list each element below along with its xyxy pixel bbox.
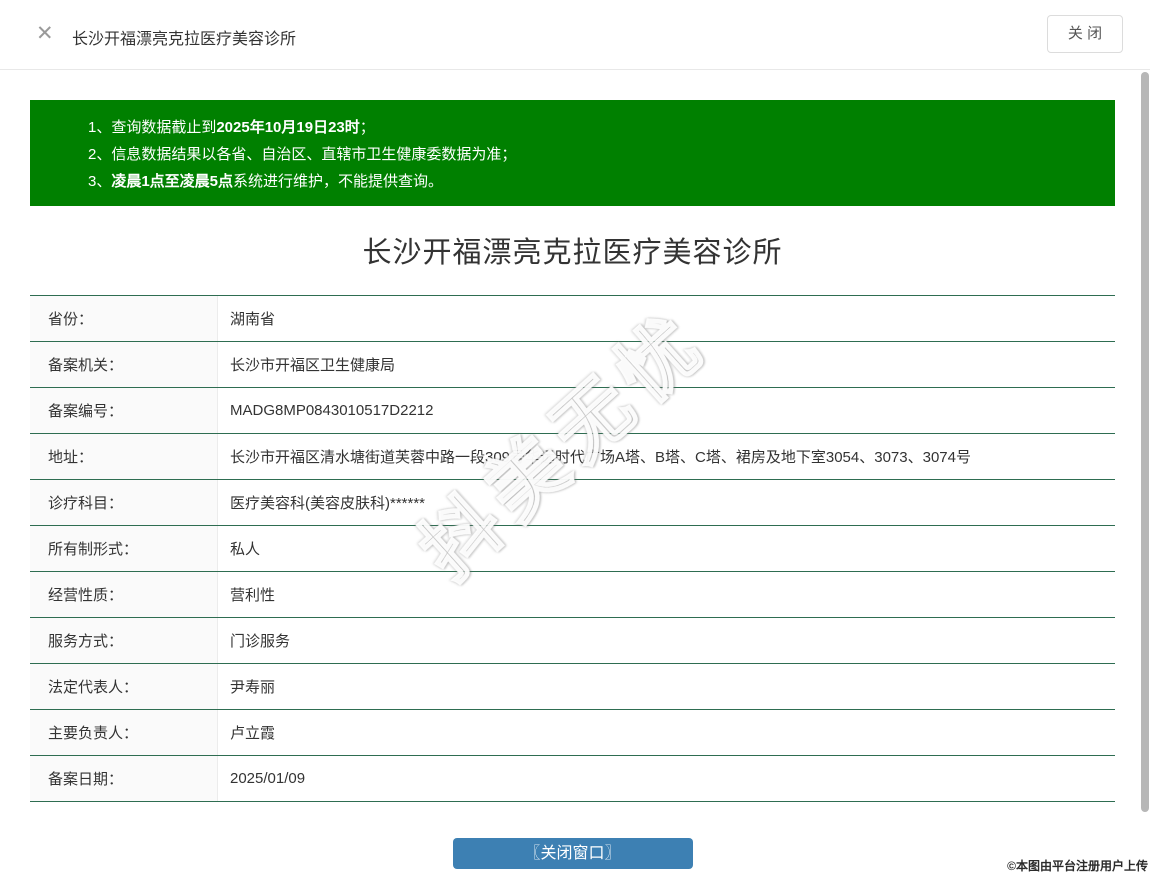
row-label: 所有制形式： xyxy=(30,526,218,571)
window-title: 长沙开福漂亮克拉医疗美容诊所 xyxy=(72,31,297,48)
page-title: 长沙开福漂亮克拉医疗美容诊所 xyxy=(362,237,783,269)
row-value: 长沙市开福区清水塘街道芙蓉中路一段309号华远时代广场A塔、B塔、C塔、裙房及地… xyxy=(230,449,971,466)
row-value: 营利性 xyxy=(230,587,276,604)
row-value: 私人 xyxy=(230,541,261,558)
close-x-icon[interactable]: ✕ xyxy=(36,22,54,46)
notice-line-1: 1、查询数据截止到2025年10月19日23时； xyxy=(88,119,375,136)
table-row-filing-authority: 备案机关： 长沙市开福区卫生健康局 xyxy=(30,342,1115,388)
table-row-service-mode: 服务方式： 门诊服务 xyxy=(30,618,1115,664)
close-button[interactable]: 关 闭 xyxy=(1047,15,1123,53)
page: ✕ 长沙开福漂亮克拉医疗美容诊所 关 闭 1、查询数据截止到2025年10月19… xyxy=(0,0,1150,875)
scrollbar-thumb[interactable] xyxy=(1141,72,1149,812)
row-label: 备案编号： xyxy=(30,388,218,433)
table-row-ownership: 所有制形式： 私人 xyxy=(30,526,1115,572)
table-row-legal-representative: 法定代表人： 尹寿丽 xyxy=(30,664,1115,710)
row-value: 门诊服务 xyxy=(230,633,291,650)
row-value: 卢立霞 xyxy=(230,725,276,742)
table-row-principal: 主要负责人： 卢立霞 xyxy=(30,710,1115,756)
row-value: 尹寿丽 xyxy=(230,679,276,696)
close-window-button[interactable]: 〖关闭窗口〗 xyxy=(452,838,693,869)
row-label: 备案机关： xyxy=(30,342,218,387)
row-label: 备案日期： xyxy=(30,756,218,801)
notice-banner: 1、查询数据截止到2025年10月19日23时； 2、信息数据结果以各省、自治区… xyxy=(30,100,1115,206)
table-row-address: 地址： 长沙市开福区清水塘街道芙蓉中路一段309号华远时代广场A塔、B塔、C塔、… xyxy=(30,434,1115,480)
table-row-filing-number: 备案编号： MADG8MP0843010517D2212 xyxy=(30,388,1115,434)
bottom-bar: 〖关闭窗口〗 xyxy=(30,838,1115,869)
table-row-filing-date: 备案日期： 2025/01/09 xyxy=(30,756,1115,802)
upload-credit-text: ©本图由平台注册用户上传 xyxy=(1007,859,1148,873)
row-label: 法定代表人： xyxy=(30,664,218,709)
window-titlebar: ✕ 长沙开福漂亮克拉医疗美容诊所 关 闭 xyxy=(0,0,1150,70)
notice-line-2: 2、信息数据结果以各省、自治区、直辖市卫生健康委数据为准； xyxy=(88,146,517,163)
row-label: 地址： xyxy=(30,434,218,479)
row-label: 经营性质： xyxy=(30,572,218,617)
row-value: MADG8MP0843010517D2212 xyxy=(230,402,434,419)
row-value: 医疗美容科(美容皮肤科)****** xyxy=(230,495,426,512)
row-label: 服务方式： xyxy=(30,618,218,663)
info-table: 省份： 湖南省 备案机关： 长沙市开福区卫生健康局 备案编号： MADG8MP0… xyxy=(30,295,1115,802)
row-value: 2025/01/09 xyxy=(230,770,306,787)
row-label: 诊疗科目： xyxy=(30,480,218,525)
notice-line-3: 3、凌晨1点至凌晨5点系统进行维护，不能提供查询。 xyxy=(88,173,444,190)
table-row-departments: 诊疗科目： 医疗美容科(美容皮肤科)****** xyxy=(30,480,1115,526)
row-label: 主要负责人： xyxy=(30,710,218,755)
table-row-business-nature: 经营性质： 营利性 xyxy=(30,572,1115,618)
row-label: 省份： xyxy=(30,296,218,341)
row-value: 长沙市开福区卫生健康局 xyxy=(230,357,396,374)
row-value: 湖南省 xyxy=(230,311,276,328)
table-row-province: 省份： 湖南省 xyxy=(30,296,1115,342)
